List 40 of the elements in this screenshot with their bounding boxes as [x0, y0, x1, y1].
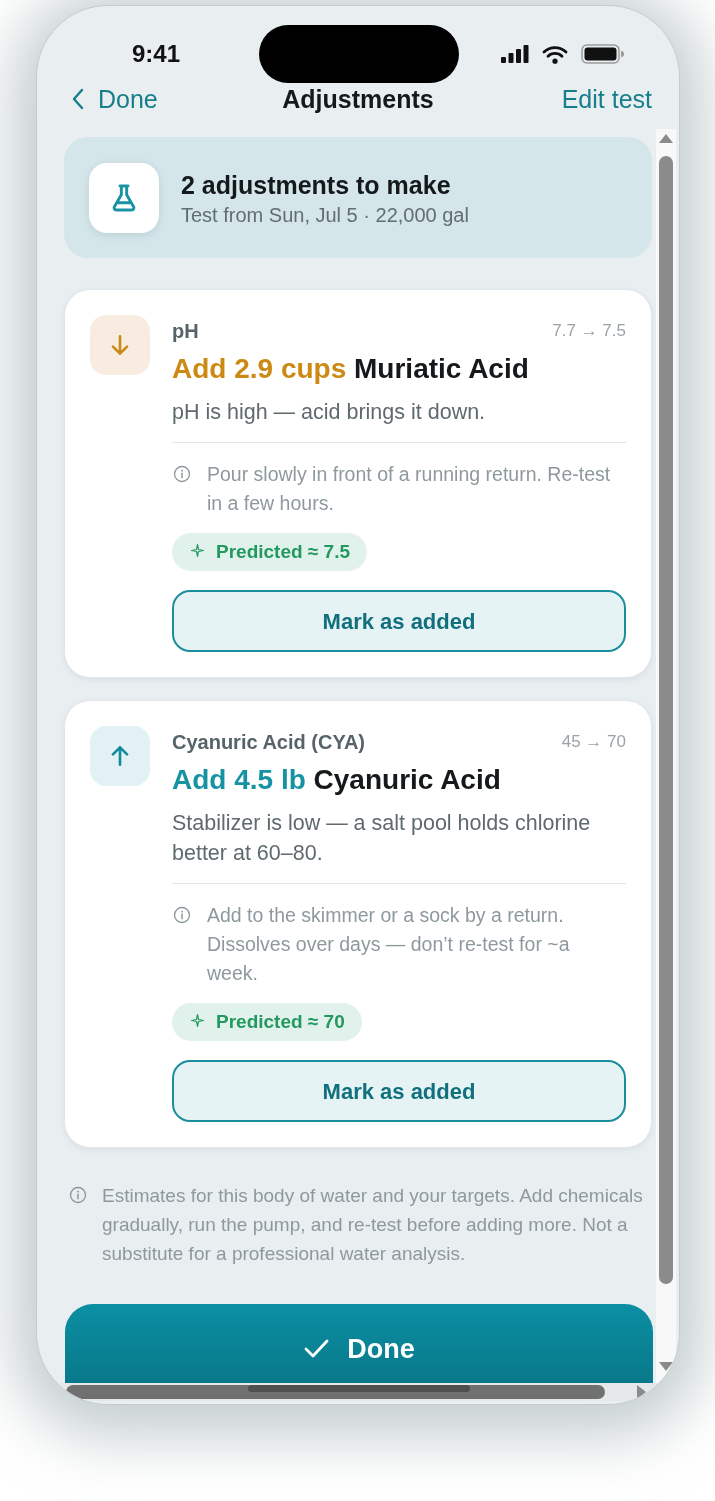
mark-added-button[interactable]: Mark as added: [172, 590, 626, 652]
prediction-text: Predicted ≈ 70: [216, 1010, 345, 1034]
signal-icon: [500, 45, 529, 63]
info-icon: [69, 1186, 87, 1204]
sparkle-icon: [190, 1012, 205, 1028]
summary-subtitle: Test from Sun, Jul 5 · 22,000 gal: [181, 202, 469, 228]
adjustment-reason: pH is high — acid brings it down.: [172, 399, 487, 426]
vertical-scrollbar[interactable]: [656, 129, 676, 1383]
arrow-down-icon: [90, 315, 150, 375]
screen-title: Adjustments: [282, 84, 434, 115]
arrow-up-icon: [90, 726, 150, 786]
scroll-right-arrow-icon[interactable]: [637, 1385, 646, 1399]
scrollbar-thumb[interactable]: [66, 1385, 605, 1399]
chevron-left-icon[interactable]: [72, 88, 84, 110]
battery-icon: [580, 44, 624, 64]
disclaimer-text: Estimates for this body of water and your targets. Add chemicals gradually, run the pump, and re-test before adding more. Not a substitute for a professional water analysis.: [102, 1184, 644, 1266]
wifi-icon: [541, 44, 568, 64]
adjustment-title: Add 2.9 cups Muriatic Acid: [172, 352, 530, 386]
sparkle-icon: [190, 542, 205, 558]
parameter-label: Cyanuric Acid (CYA): [172, 730, 365, 754]
info-icon: [173, 465, 191, 483]
tip-text: Add to the skimmer or a sock by a return. Dissolves over days — don’t re-test for ~a week.: [207, 903, 571, 986]
flask-icon: [89, 162, 159, 233]
done-button[interactable]: Done: [65, 1304, 653, 1383]
scroll-down-arrow-icon[interactable]: [659, 1362, 673, 1371]
back-button[interactable]: Done: [72, 83, 158, 115]
parameter-label: pH: [172, 319, 199, 343]
adjustment-title: Add 4.5 lb Cyanuric Acid: [172, 763, 502, 797]
reading-change: 7.7 → 7.5: [552, 320, 626, 342]
mark-added-button[interactable]: Mark as added: [172, 1060, 626, 1122]
status-time: 9:41: [131, 39, 180, 69]
scrollbar-thumb[interactable]: [659, 156, 673, 1284]
prediction-text: Predicted ≈ 7.5: [216, 540, 350, 564]
tip-text: Pour slowly in front of a running return. Re-test in a few hours.: [207, 462, 612, 516]
summary-title: 2 adjustments to make: [181, 169, 452, 201]
scroll-up-arrow-icon[interactable]: [659, 134, 673, 143]
info-icon: [173, 906, 191, 924]
adjustment-reason: Stabilizer is low — a salt pool holds chlorine better at 60–80.: [172, 810, 592, 867]
reading-change: 45 → 70: [561, 731, 626, 753]
edit-test-button[interactable]: Edit test: [561, 83, 652, 115]
